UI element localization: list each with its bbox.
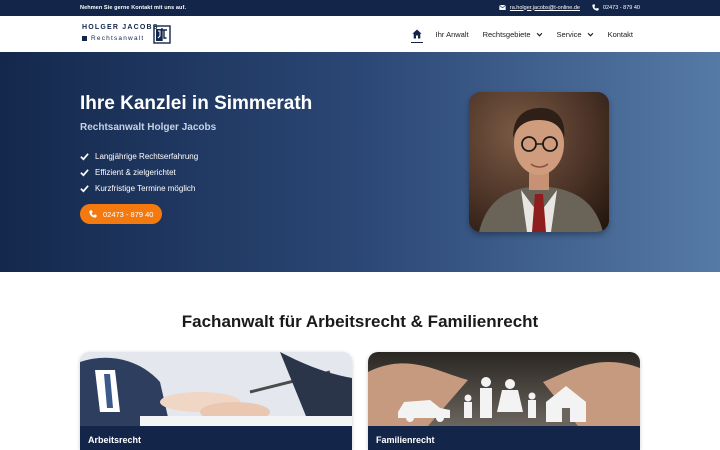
feature-item: Kurzfristige Termine möglich — [80, 180, 198, 196]
email-link[interactable]: ra.holger.jacobs@t-online.de — [510, 5, 580, 11]
nav-item-label: Ihr Anwalt — [435, 29, 469, 39]
phone-icon — [89, 210, 97, 218]
arbeitsrecht-image — [80, 352, 352, 426]
nav-item-label: Kontakt — [607, 29, 633, 39]
logo-subtitle-row: Rechtsanwalt — [82, 35, 144, 42]
call-button-label: 02473 - 879 40 — [103, 209, 154, 219]
feature-item: Langjährige Rechtserfahrung — [80, 148, 198, 164]
call-button[interactable]: 02473 - 879 40 — [80, 204, 162, 224]
home-icon — [412, 29, 422, 39]
nav-item-service[interactable]: Service — [550, 16, 601, 52]
portrait-image — [469, 92, 609, 232]
familienrecht-image — [368, 352, 640, 426]
hero-title: Ihre Kanzlei in Simmerath — [80, 93, 313, 114]
feature-item: Effizient & zielgerichtet — [80, 164, 198, 180]
practice-card-arbeitsrecht[interactable]: Arbeitsrecht — [80, 352, 352, 450]
feature-text: Kurzfristige Termine möglich — [95, 183, 196, 193]
top-contact-bar: Nehmen Sie gerne Kontakt mit uns auf. ra… — [0, 0, 720, 16]
nav-item-label: Service — [556, 29, 582, 39]
feature-list: Langjährige Rechtserfahrung Effizient & … — [80, 148, 198, 196]
chevron-down-icon — [587, 32, 593, 37]
practice-card-familienrecht[interactable]: Familienrecht — [368, 352, 640, 450]
phone-icon — [592, 4, 599, 11]
envelope-icon — [499, 4, 506, 10]
chevron-down-icon — [536, 32, 542, 37]
site-header: HOLGER JACOBS Rechtsanwalt Ihr Anwalt Re… — [0, 16, 720, 52]
feature-text: Effizient & zielgerichtet — [95, 167, 176, 177]
card-title: Arbeitsrecht — [80, 426, 352, 450]
lawyer-portrait — [469, 92, 609, 232]
phone-link[interactable]: 02473 - 879 40 — [603, 5, 640, 11]
logo-mark-icon — [153, 25, 171, 44]
check-icon — [80, 168, 89, 176]
nav-item-ihr-anwalt[interactable]: Ihr Anwalt — [429, 16, 476, 52]
hero-subtitle: Rechtsanwalt Holger Jacobs — [80, 122, 217, 133]
top-contact-links: ra.holger.jacobs@t-online.de 02473 - 879… — [499, 4, 640, 11]
email-link-group[interactable]: ra.holger.jacobs@t-online.de — [499, 4, 580, 11]
nav-home[interactable] — [405, 16, 429, 52]
site-logo[interactable]: HOLGER JACOBS Rechtsanwalt — [80, 24, 175, 46]
hero-section: Ihre Kanzlei in Simmerath Rechtsanwalt H… — [0, 52, 720, 272]
phone-link-group[interactable]: 02473 - 879 40 — [592, 4, 640, 11]
logo-square-icon — [82, 36, 87, 41]
contact-tagline: Nehmen Sie gerne Kontakt mit uns auf. — [80, 5, 187, 11]
logo-subtitle: Rechtsanwalt — [91, 35, 145, 42]
logo-name: HOLGER JACOBS — [82, 24, 159, 31]
section-title: Fachanwalt für Arbeitsrecht & Familienre… — [181, 312, 539, 331]
check-icon — [80, 184, 89, 192]
check-icon — [80, 152, 89, 160]
nav-item-kontakt[interactable]: Kontakt — [601, 16, 640, 52]
main-navigation: Ihr Anwalt Rechtsgebiete Service Kontakt — [405, 16, 640, 52]
feature-text: Langjährige Rechtserfahrung — [95, 151, 199, 161]
nav-item-rechtsgebiete[interactable]: Rechtsgebiete — [476, 16, 550, 52]
nav-item-label: Rechtsgebiete — [482, 29, 531, 39]
card-title: Familienrecht — [368, 426, 640, 450]
